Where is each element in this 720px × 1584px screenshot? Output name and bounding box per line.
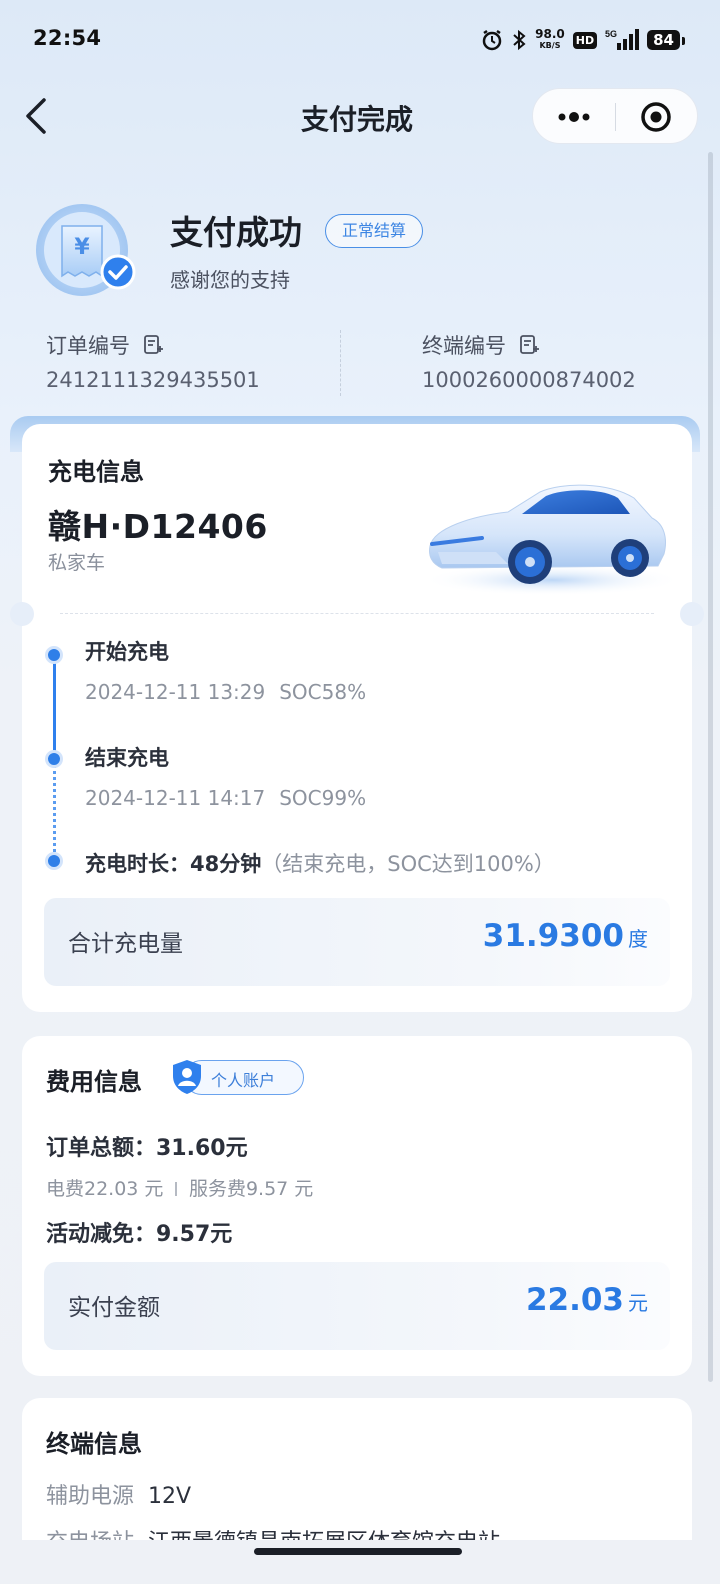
discount-amount: 活动减免：9.57元 (46, 1222, 233, 1247)
timeline-dot-start (45, 646, 63, 664)
svg-text:¥: ¥ (74, 235, 90, 260)
total-energy-label: 合计充电量 (68, 931, 183, 957)
svg-text:5G: 5G (605, 29, 617, 39)
paid-amount-label: 实付金额 (68, 1295, 160, 1321)
battery-indicator: 84 (647, 30, 685, 50)
status-bar: 22:54 98.0 KB/S HD 5G 84 (0, 0, 720, 80)
payment-success-title: 支付成功 (170, 213, 302, 252)
order-number-value: 2412111329435501 (46, 368, 260, 392)
status-badge: 正常结算 (325, 214, 424, 248)
scrollbar[interactable] (708, 152, 713, 1382)
terminal-number-label: 终端编号 (422, 330, 540, 360)
more-icon[interactable] (551, 103, 597, 131)
status-icons: 98.0 KB/S HD 5G 84 (481, 24, 685, 56)
fee-breakdown: 电费22.03 元服务费9.57 元 (46, 1178, 314, 1200)
order-total: 订单总额：31.60元 (46, 1136, 248, 1161)
end-charge-title: 结束充电 (85, 746, 169, 770)
copy-icon[interactable] (142, 334, 164, 356)
total-energy-value: 31.9300 度 (482, 918, 648, 954)
timeline-dot-duration (45, 852, 63, 870)
start-charge-detail: 2024-12-11 13:29 SOC58% (85, 680, 367, 704)
total-energy-box: 合计充电量 31.9300 度 (44, 898, 670, 986)
license-plate: 赣H·D12406 (48, 507, 268, 546)
receipt-success-icon: ¥ (36, 204, 136, 296)
home-indicator[interactable] (254, 1548, 462, 1555)
card-notch-left (10, 602, 34, 626)
paid-amount-box: 实付金额 22.03 元 (44, 1262, 670, 1350)
fee-info-card: 费用信息 个人账户 订单总额：31.60元 电费22.03 元服务费9.57 元… (22, 1036, 692, 1376)
account-badge: 个人账户 (170, 1058, 304, 1096)
bottom-safe-area (0, 1540, 720, 1584)
order-number-label: 订单编号 (46, 330, 164, 360)
timeline-line-dotted (53, 764, 56, 860)
timeline-line (53, 656, 56, 760)
car-illustration (422, 484, 674, 596)
dashed-separator (60, 613, 654, 614)
terminal-info-title: 终端信息 (46, 1430, 142, 1458)
close-target-icon[interactable] (640, 101, 672, 133)
start-charge-title: 开始充电 (85, 640, 169, 664)
capsule-divider (615, 103, 616, 131)
vehicle-type: 私家车 (48, 552, 106, 574)
meta-divider (340, 330, 341, 396)
mini-program-capsule (532, 88, 698, 144)
copy-icon[interactable] (518, 334, 540, 356)
thanks-text: 感谢您的支持 (170, 268, 290, 292)
hd-badge: HD (572, 31, 598, 49)
alarm-icon (482, 29, 502, 51)
aux-power-row: 辅助电源 12V (46, 1484, 192, 1509)
paid-amount-value: 22.03 元 (525, 1282, 648, 1318)
timeline-dot-end (45, 750, 63, 768)
fee-info-title: 费用信息 (46, 1068, 142, 1096)
user-shield-icon (173, 1060, 201, 1094)
bluetooth-icon (513, 29, 526, 51)
card-notch-right (680, 602, 704, 626)
charge-info-card: 充电信息 赣H·D12406 私家车 开始充电 2024-12-11 13:29… (10, 424, 704, 1012)
terminal-number-value: 1000260000874002 (422, 368, 636, 392)
signal-5g-icon: 5G (605, 29, 640, 50)
status-time: 22:54 (33, 26, 102, 50)
net-speed: 98.0 KB/S (535, 27, 565, 50)
charge-duration: 充电时长：48分钟（结束充电，SOC达到100%） (85, 852, 555, 876)
end-charge-detail: 2024-12-11 14:17 SOC99% (85, 786, 367, 810)
charge-info-title: 充电信息 (48, 458, 144, 486)
